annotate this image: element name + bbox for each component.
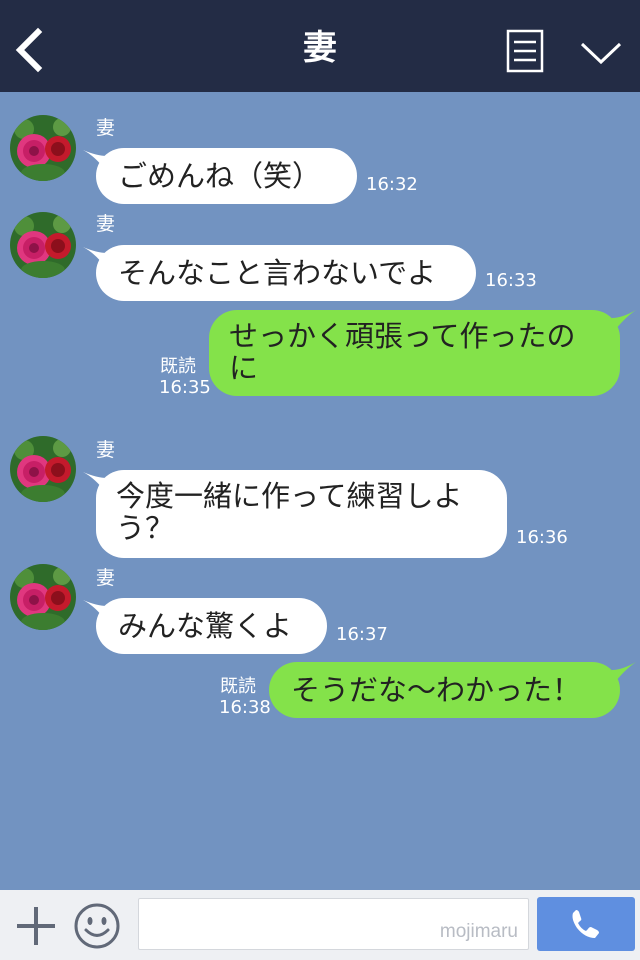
message-text-line: に — [229, 351, 259, 385]
attach-button[interactable] — [14, 904, 58, 948]
avatar[interactable] — [10, 564, 76, 630]
message-time: 16:35 — [159, 377, 211, 398]
avatar[interactable] — [10, 436, 76, 502]
emoji-button[interactable] — [73, 902, 121, 950]
rose-avatar-image — [10, 115, 76, 181]
message-incoming: 妻 みんな驚くよ 16:37 — [0, 540, 640, 660]
read-receipt: 既読 — [160, 356, 196, 377]
message-text-line: 今度一緒に作って練習しよ — [116, 479, 463, 513]
smiley-icon — [74, 903, 120, 949]
sender-name: 妻 — [96, 213, 116, 235]
message-time: 16:37 — [336, 624, 388, 645]
rose-avatar-image — [10, 436, 76, 502]
rose-avatar-image — [10, 212, 76, 278]
message-bubble[interactable]: そうだな〜わかった！ — [269, 662, 620, 718]
message-outgoing: 既読 16:35 せっかく頑張って作ったの に — [0, 308, 640, 400]
avatar[interactable] — [10, 212, 76, 278]
notes-icon — [506, 29, 544, 73]
message-input[interactable]: mojimaru — [138, 898, 529, 950]
input-bar: mojimaru — [0, 890, 640, 960]
message-incoming: 妻 そんなこと言わないでよ 16:33 — [0, 188, 640, 308]
sender-name: 妻 — [96, 117, 116, 139]
chat-header: 妻 — [0, 0, 640, 92]
message-outgoing: 既読 16:38 そうだな〜わかった！ — [0, 660, 640, 724]
message-bubble[interactable]: そんなこと言わないでよ — [96, 245, 476, 301]
sender-name: 妻 — [96, 439, 116, 461]
message-bubble[interactable]: せっかく頑張って作ったの に — [209, 310, 620, 396]
bubble-tail — [612, 310, 636, 334]
notes-button[interactable] — [503, 28, 547, 78]
plus-icon — [17, 907, 55, 945]
avatar[interactable] — [10, 115, 76, 181]
message-list[interactable]: 妻 ごめんね（笑） 16:32 妻 そんなこと言わないでよ 16:33 既読 1… — [0, 92, 640, 890]
watermark-text: mojimaru — [439, 921, 518, 942]
sender-name: 妻 — [96, 567, 116, 589]
message-time: 16:33 — [485, 270, 537, 291]
menu-toggle-button[interactable] — [576, 34, 626, 74]
phone-icon — [572, 910, 599, 938]
chevron-down-icon — [580, 42, 622, 65]
message-bubble[interactable]: みんな驚くよ — [96, 598, 327, 654]
message-time: 16:38 — [219, 697, 271, 718]
call-button[interactable] — [537, 897, 635, 951]
message-text-line: せっかく頑張って作ったの — [229, 319, 576, 353]
rose-avatar-image — [10, 564, 76, 630]
bubble-tail — [612, 662, 636, 686]
read-receipt: 既読 — [220, 676, 256, 697]
